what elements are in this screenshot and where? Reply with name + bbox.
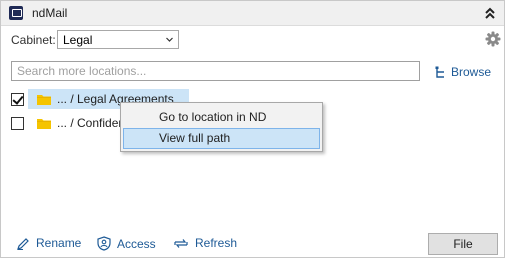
refresh-label: Refresh: [195, 236, 238, 250]
search-locations-input[interactable]: [11, 61, 420, 81]
refresh-button[interactable]: Refresh: [173, 236, 237, 250]
chevron-down-icon: [166, 37, 173, 42]
browse-tree-icon: [435, 66, 444, 78]
browse-label: Browse: [451, 65, 492, 79]
cabinet-select[interactable]: Legal: [57, 30, 179, 49]
menu-item-view-full-path[interactable]: View full path: [123, 128, 320, 149]
double-chevron-up-icon[interactable]: [484, 6, 496, 20]
shield-user-icon: [97, 236, 111, 251]
gear-icon[interactable]: [485, 31, 501, 47]
pencil-icon: [17, 237, 29, 250]
folder-icon: [37, 94, 51, 105]
refresh-icon: [174, 238, 188, 248]
title-bar: ndMail: [1, 1, 504, 26]
rename-button[interactable]: Rename: [17, 236, 81, 250]
app-title: ndMail: [32, 6, 68, 20]
ndmail-panel: ndMail Cabinet: Legal Browse: [0, 0, 505, 258]
cabinet-selected-value: Legal: [63, 33, 93, 47]
folder-icon: [37, 118, 51, 129]
location-item[interactable]: ... / Confider: [9, 113, 122, 133]
context-menu: Go to location in ND View full path: [120, 102, 323, 152]
rename-label: Rename: [36, 236, 82, 250]
cabinet-label: Cabinet:: [11, 33, 56, 47]
ndmail-logo-icon: [9, 6, 23, 20]
menu-item-go-to-location[interactable]: Go to location in ND: [123, 107, 320, 128]
footer-toolbar: Rename Access Refresh File: [1, 227, 504, 257]
access-button[interactable]: Access: [97, 236, 156, 251]
file-button[interactable]: File: [428, 233, 498, 255]
access-label: Access: [117, 236, 156, 251]
location-checkbox[interactable]: [11, 116, 24, 130]
location-label: ... / Confider: [57, 116, 123, 130]
location-checkbox[interactable]: [11, 92, 24, 106]
browse-button[interactable]: Browse: [435, 63, 491, 81]
